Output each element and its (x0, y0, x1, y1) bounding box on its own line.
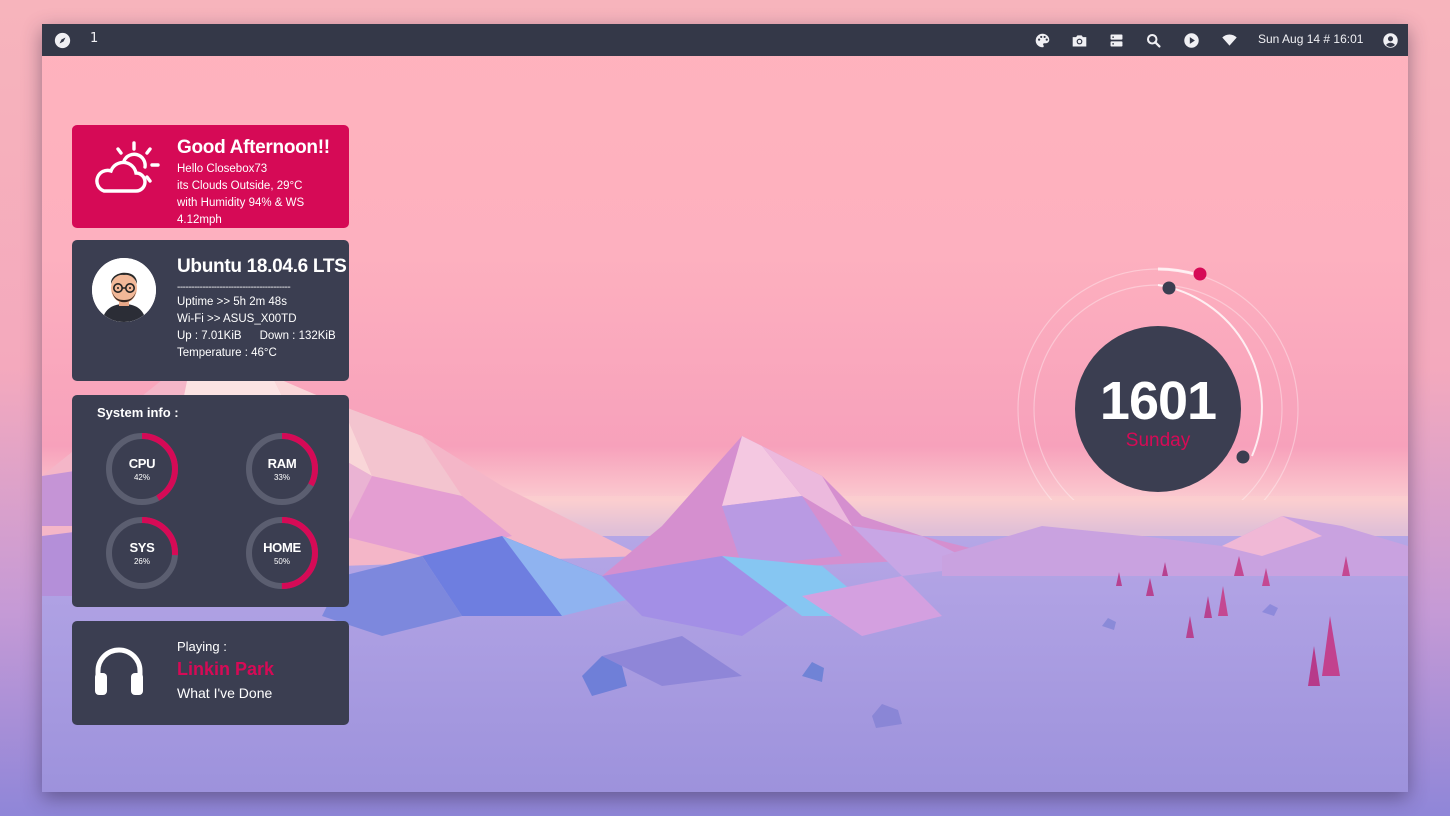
artist-name: Linkin Park (177, 659, 275, 679)
partly-cloudy-icon (95, 141, 160, 193)
wifi-name: Wi-Fi >> ASUS_X00TD (177, 313, 297, 325)
weather-greeting-title: Good Afternoon!! (177, 137, 330, 158)
upload-speed: Up : 7.01KiB (177, 330, 242, 342)
clock-widget: 1601 Sunday (1012, 260, 1302, 500)
temperature: Temperature : 46°C (177, 347, 277, 359)
system-card: Ubuntu 18.04.6 LTS ---------------------… (72, 240, 349, 381)
home-gauge: HOME 50% (245, 516, 319, 590)
music-player-card: Playing : Linkin Park What I've Done (72, 621, 349, 725)
gauge-percent: 50% (273, 557, 290, 566)
weather-humidity-wind: with Humidity 94% & WS 4.12mph (177, 197, 305, 226)
os-version: Ubuntu 18.04.6 LTS (177, 256, 347, 277)
divider: ---------------------------------------- (177, 282, 291, 293)
weather-hello: Hello Closebox73 (177, 163, 268, 175)
gauge-percent: 33% (273, 473, 290, 482)
server-icon[interactable] (1106, 30, 1126, 50)
gauge-label: HOME (263, 540, 301, 555)
uptime: Uptime >> 5h 2m 48s (177, 296, 287, 308)
user-icon[interactable] (1380, 30, 1400, 50)
gauge-label: RAM (267, 456, 297, 471)
wifi-icon[interactable] (1219, 30, 1239, 50)
gauge-label: SYS (129, 540, 155, 555)
gauge-label: CPU (128, 456, 156, 471)
gauge-percent: 26% (133, 557, 150, 566)
palette-icon[interactable] (1032, 30, 1052, 50)
avatar (92, 258, 156, 322)
top-panel: 1 Sun Aug 14 # 16:01 (42, 24, 1408, 56)
weather-details: Hello Closebox73 its Clouds Outside, 29°… (177, 161, 349, 229)
now-playing-label: Playing : (177, 639, 227, 654)
workspace-indicator[interactable]: 1 (90, 31, 98, 46)
weather-condition: its Clouds Outside, 29°C (177, 180, 303, 192)
clock-face: 1601 Sunday (1075, 326, 1241, 492)
headphones-icon (95, 647, 143, 695)
ram-gauge: RAM 33% (245, 432, 319, 506)
track-title: What I've Done (177, 685, 273, 701)
play-icon[interactable] (1181, 30, 1201, 50)
sys-gauge: SYS 26% (105, 516, 179, 590)
download-speed: Down : 132KiB (259, 330, 336, 342)
desktop-screen: 1 Sun Aug 14 # 16:01 Good Afternoon!! He… (42, 24, 1408, 792)
topbar-datetime[interactable]: Sun Aug 14 # 16:01 (1258, 32, 1363, 46)
system-info-card: System info : CPU 42% RAM 33% SYS 26% HO… (72, 395, 349, 607)
search-icon[interactable] (1143, 30, 1163, 50)
clock-day: Sunday (1125, 430, 1191, 451)
system-details: Uptime >> 5h 2m 48s Wi-Fi >> ASUS_X00TD … (177, 294, 336, 362)
system-info-title: System info : (97, 405, 179, 420)
camera-icon[interactable] (1069, 30, 1089, 50)
compass-icon[interactable] (52, 30, 72, 50)
network-speed: Up : 7.01KiB Down : 132KiB (177, 328, 336, 345)
cpu-gauge: CPU 42% (105, 432, 179, 506)
weather-card: Good Afternoon!! Hello Closebox73 its Cl… (72, 125, 349, 228)
gauge-percent: 42% (133, 473, 150, 482)
clock-time: 1601 (1099, 371, 1217, 431)
